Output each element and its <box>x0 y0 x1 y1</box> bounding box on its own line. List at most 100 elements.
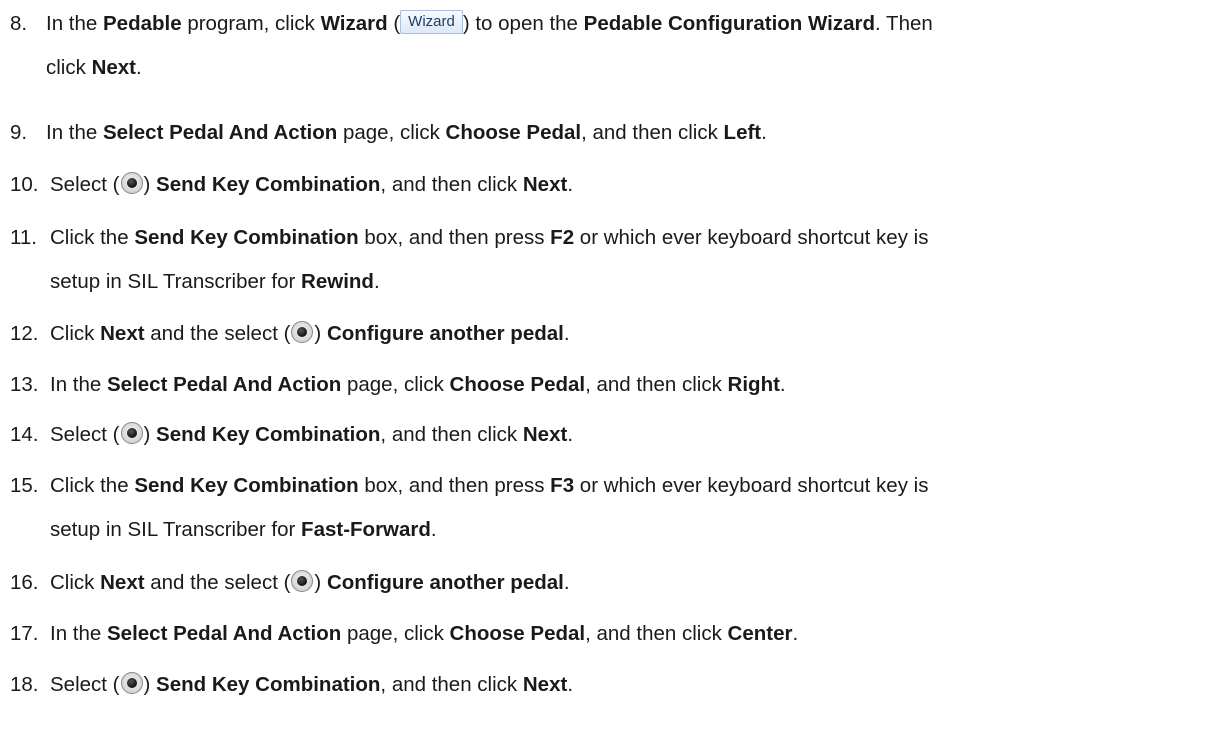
step-number: 11. <box>10 226 37 249</box>
ui-term: Next <box>100 322 145 345</box>
step-text: Click the <box>50 226 135 249</box>
step-text: , and then click <box>581 121 724 144</box>
step-text: Click <box>50 571 101 594</box>
step-text: ) <box>143 423 157 446</box>
ui-term: Send Key Combination <box>156 173 381 196</box>
step-text: ) to open the <box>462 12 584 35</box>
step-text: . <box>563 571 570 594</box>
step-text: and the select ( <box>144 571 291 594</box>
ui-term: Next <box>91 56 136 79</box>
step-15: 15. Click the Send Key Combination box, a… <box>10 472 1199 544</box>
radio-selected-icon <box>120 422 143 444</box>
step-text: Select ( <box>50 173 120 196</box>
step-text: In the <box>46 12 103 35</box>
step-number: 14. <box>10 423 39 446</box>
step-text: program, click <box>181 12 321 35</box>
step-17: 17. In the Select Pedal And Action page, … <box>10 620 1199 648</box>
ui-term: Send Key Combination <box>156 673 381 696</box>
step-9: 9. In the Select Pedal And Action page, c… <box>10 119 1199 147</box>
step-text: . <box>136 56 142 79</box>
ui-term: Next <box>100 571 145 594</box>
step-text: box, and then press <box>358 226 551 249</box>
step-12: 12. Click Next and the select () Configur… <box>10 320 1199 348</box>
ui-term: Wizard <box>320 12 388 35</box>
step-text: . <box>567 673 574 696</box>
step-16: 16. Click Next and the select () Configur… <box>10 569 1199 597</box>
step-18: 18. Select () Send Key Combination, and t… <box>10 671 1199 699</box>
step-8: 8. In the Pedable program, click Wizard (… <box>10 10 1199 82</box>
ui-term: Next <box>522 673 568 696</box>
ui-term: Rewind <box>301 270 374 293</box>
step-13: 13. In the Select Pedal And Action page, … <box>10 371 1199 399</box>
step-text: . Then <box>875 12 933 35</box>
key-name: F3 <box>550 474 575 497</box>
step-10: 10. Select () Send Key Combination, and t… <box>10 171 1199 199</box>
step-text: . <box>563 322 570 345</box>
ui-term: Send Key Combination <box>156 423 381 446</box>
ui-term: Select Pedal And Action <box>107 373 342 396</box>
step-text: page, click <box>341 373 450 396</box>
ui-term: Choose Pedal <box>449 373 586 396</box>
step-number: 12. <box>10 322 39 345</box>
step-text: ) <box>143 173 157 196</box>
instruction-document: 8. In the Pedable program, click Wizard (… <box>0 0 1207 754</box>
step-text: , and then click <box>585 373 728 396</box>
step-text: , and then click <box>380 673 523 696</box>
step-text: In the <box>50 622 107 645</box>
ui-term: Choose Pedal <box>445 121 582 144</box>
step-11: 11. Click the Send Key Combination box, a… <box>10 224 1199 296</box>
step-number: 13. <box>10 373 39 396</box>
step-14: 14. Select () Send Key Combination, and t… <box>10 421 1199 449</box>
step-text: or which ever keyboard shortcut key is <box>574 474 929 497</box>
step-text: . <box>792 622 799 645</box>
step-text: Click <box>50 322 101 345</box>
step-number: 17. <box>10 622 39 645</box>
ui-term: Pedable Configuration Wizard <box>583 12 876 35</box>
step-text: . <box>567 423 574 446</box>
step-text: Select ( <box>50 423 120 446</box>
radio-selected-icon <box>291 321 314 343</box>
step-text: ) <box>143 673 157 696</box>
ui-term: Send Key Combination <box>134 226 359 249</box>
ui-term: Configure another pedal <box>326 571 564 594</box>
step-text: page, click <box>341 622 450 645</box>
step-text: . <box>567 173 574 196</box>
step-text: In the <box>46 121 103 144</box>
step-text: or which ever keyboard shortcut key is <box>574 226 929 249</box>
step-text: click <box>46 56 92 79</box>
step-text: box, and then press <box>358 474 551 497</box>
step-text: and the select ( <box>144 322 291 345</box>
ui-term: Select Pedal And Action <box>107 622 342 645</box>
step-number: 9. <box>10 121 28 144</box>
program-name: Pedable <box>103 12 182 35</box>
step-text: . <box>761 121 767 144</box>
step-number: 15. <box>10 474 39 497</box>
step-number: 10. <box>10 173 39 196</box>
ui-term: Next <box>522 423 568 446</box>
step-text: In the <box>50 373 107 396</box>
step-text: . <box>779 373 786 396</box>
step-text: ( <box>387 12 401 35</box>
step-text: , and then click <box>380 173 523 196</box>
ui-term: Fast-Forward <box>301 518 431 541</box>
radio-selected-icon <box>120 172 143 194</box>
step-text: setup in SIL Transcriber for <box>50 518 302 541</box>
ui-term: Send Key Combination <box>134 474 359 497</box>
ui-term: Center <box>727 622 793 645</box>
step-text: , and then click <box>585 622 728 645</box>
radio-selected-icon <box>120 672 143 694</box>
ui-term: Next <box>522 173 568 196</box>
step-text: ) <box>314 571 327 594</box>
step-text: setup in SIL Transcriber for <box>50 270 302 293</box>
step-text: Select ( <box>50 673 120 696</box>
step-number: 8. <box>10 12 28 35</box>
step-text: ) <box>314 322 327 345</box>
radio-selected-icon <box>291 570 314 592</box>
step-text: Click the <box>50 474 135 497</box>
ui-term: Left <box>723 121 762 144</box>
ui-term: Right <box>727 373 780 396</box>
ui-term: Configure another pedal <box>326 322 564 345</box>
step-text: page, click <box>337 121 446 144</box>
step-text: . <box>430 518 437 541</box>
key-name: F2 <box>550 226 575 249</box>
